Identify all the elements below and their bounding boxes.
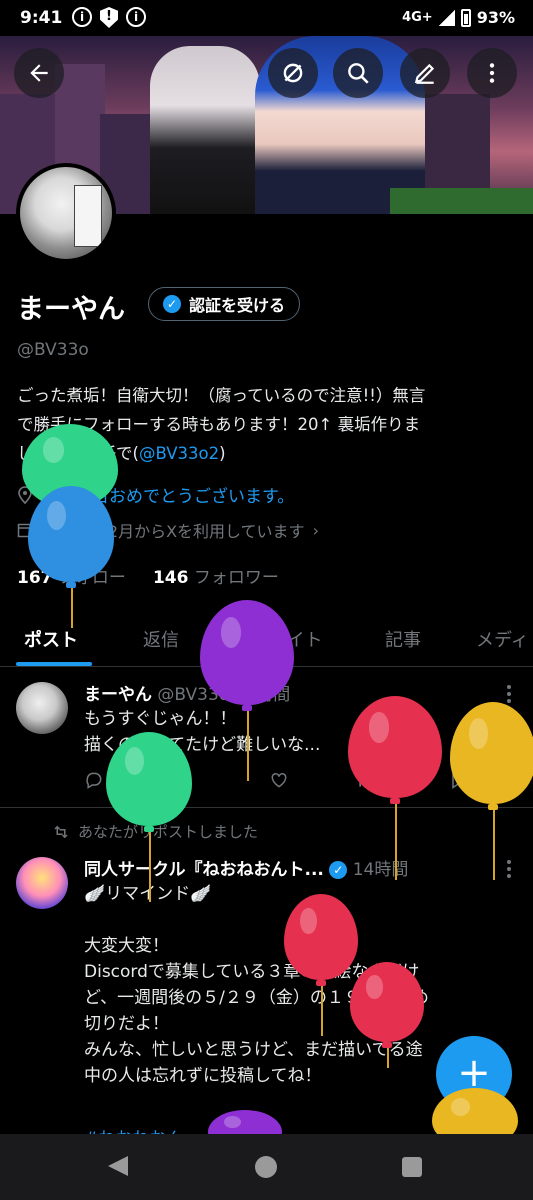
heart-icon — [271, 772, 287, 788]
balloon-decoration — [200, 600, 294, 781]
status-time: 9:41 — [20, 8, 63, 28]
profile-avatar[interactable] — [16, 163, 116, 263]
status-bar: 9:41 i ! i 4G+ 93% — [0, 0, 533, 36]
banner-character-1 — [150, 46, 260, 214]
post-author-name[interactable]: まーやん — [84, 685, 152, 705]
balloon-decoration — [450, 702, 533, 880]
edit-profile-button[interactable] — [400, 48, 450, 98]
post-more-icon[interactable] — [507, 860, 511, 878]
system-nav-bar — [0, 1134, 533, 1200]
profile-name: まーやん — [17, 294, 125, 325]
tab-media[interactable]: メディ — [476, 626, 529, 652]
like-button[interactable] — [269, 770, 289, 790]
repost-icon — [54, 825, 68, 838]
back-button[interactable] — [14, 48, 64, 98]
bio-mention-link[interactable]: @BV33o2 — [139, 444, 219, 463]
balloon-decoration — [28, 486, 114, 628]
post-author-avatar[interactable] — [16, 682, 68, 734]
balloon-decoration — [284, 894, 358, 1036]
notification-info-icon: i — [72, 7, 92, 27]
grok-icon — [283, 63, 303, 83]
followers-link[interactable]: 146 フォロワー — [153, 568, 279, 588]
tab-posts[interactable]: ポスト — [24, 626, 78, 652]
search-button[interactable] — [333, 48, 383, 98]
battery-icon — [460, 8, 471, 27]
reply-icon — [86, 772, 102, 789]
get-verified-label: 認証を受ける — [189, 296, 286, 315]
balloon-decoration — [348, 696, 442, 880]
active-tab-indicator — [16, 662, 92, 666]
network-type: 4G+ — [402, 10, 433, 25]
battery-percent: 93% — [476, 8, 515, 27]
nav-recents-icon[interactable] — [402, 1157, 422, 1177]
post-divider — [0, 807, 533, 808]
security-alert-icon: ! — [100, 7, 118, 28]
search-icon — [348, 63, 369, 84]
edit-icon — [414, 63, 435, 84]
post-author-name[interactable]: 同人サークル『ねおねおんト... — [84, 860, 324, 880]
balloon-decoration — [106, 732, 192, 902]
get-verified-button[interactable]: ✓ 認証を受ける — [148, 287, 301, 321]
nav-back-icon[interactable] — [108, 1156, 128, 1176]
tab-replies[interactable]: 返信 — [143, 626, 179, 652]
back-arrow-icon — [30, 64, 48, 82]
notification-info-icon-2: i — [126, 7, 146, 27]
nav-home-icon[interactable] — [255, 1156, 277, 1178]
reply-button[interactable] — [84, 770, 104, 790]
balloon-decoration — [350, 962, 424, 1068]
tab-articles[interactable]: 記事 — [385, 626, 421, 652]
post-more-icon[interactable] — [507, 685, 511, 703]
verified-badge-icon: ✓ — [163, 295, 181, 313]
verified-badge-icon: ✓ — [329, 861, 348, 879]
post-time: 14時間 — [352, 860, 409, 880]
signal-icon — [438, 9, 455, 26]
post-author-avatar[interactable] — [16, 857, 68, 909]
more-vertical-icon — [489, 63, 495, 83]
profile-handle: @BV33o — [17, 340, 89, 360]
grok-button[interactable] — [268, 48, 318, 98]
bio-line: ごった煮垢！自衛大切！（腐っているので注意!!）無言 — [17, 386, 426, 405]
chevron-right-icon: › — [312, 520, 319, 540]
more-options-button[interactable] — [467, 48, 517, 98]
